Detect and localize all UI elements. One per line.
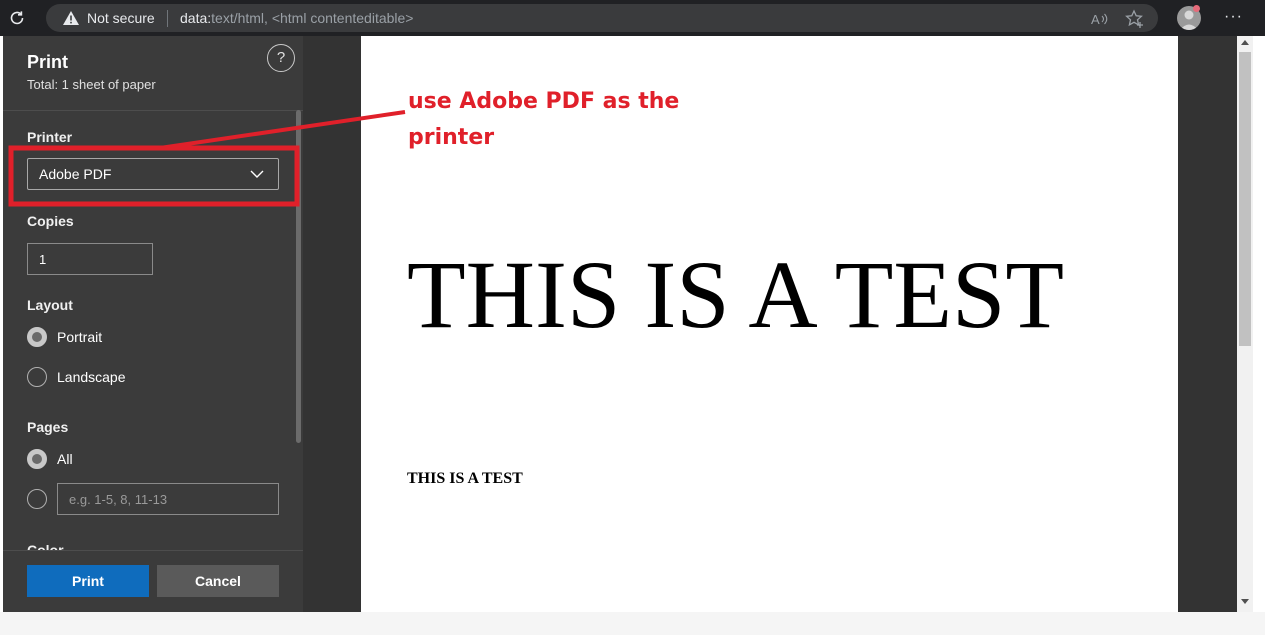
printer-select[interactable]: Adobe PDF bbox=[27, 158, 279, 190]
copies-input[interactable]: 1 bbox=[27, 243, 153, 275]
pages-label: Pages bbox=[27, 419, 69, 435]
notification-dot bbox=[1193, 5, 1200, 12]
url-scheme: data: bbox=[180, 10, 212, 26]
landscape-label[interactable]: Landscape bbox=[57, 369, 126, 385]
page-range-input[interactable]: e.g. 1-5, 8, 11-13 bbox=[57, 483, 279, 515]
preview-scroll-thumb[interactable] bbox=[1239, 52, 1251, 346]
bottom-edge bbox=[0, 612, 1265, 635]
read-aloud-icon[interactable]: A bbox=[1090, 10, 1110, 28]
chevron-down-icon bbox=[250, 167, 264, 181]
browser-toolbar: Not secure data:text/html, <html content… bbox=[0, 0, 1265, 36]
reload-icon[interactable] bbox=[8, 9, 26, 27]
more-icon[interactable]: ··· bbox=[1224, 8, 1244, 28]
layout-label: Layout bbox=[27, 297, 73, 313]
landscape-radio[interactable] bbox=[27, 367, 47, 387]
cancel-button[interactable]: Cancel bbox=[157, 565, 279, 597]
copies-label: Copies bbox=[27, 213, 74, 229]
security-status[interactable]: Not secure bbox=[87, 10, 155, 26]
right-gutter bbox=[1253, 36, 1265, 612]
portrait-radio[interactable] bbox=[27, 327, 47, 347]
url-divider bbox=[167, 10, 168, 27]
favorites-icon[interactable] bbox=[1125, 9, 1145, 29]
help-icon[interactable]: ? bbox=[267, 44, 295, 72]
header-divider bbox=[3, 110, 303, 111]
warning-icon[interactable] bbox=[62, 10, 80, 26]
dialog-footer: Print Cancel bbox=[3, 550, 303, 612]
scroll-up-icon[interactable] bbox=[1241, 40, 1249, 45]
url-rest: text/html, <html contenteditable> bbox=[211, 10, 414, 26]
annotation-text: use Adobe PDF as the printer bbox=[408, 89, 680, 150]
color-label: Color bbox=[27, 542, 64, 550]
printer-label: Printer bbox=[27, 129, 73, 145]
svg-text:A: A bbox=[1091, 12, 1100, 27]
sheet-count: Total: 1 sheet of paper bbox=[27, 77, 156, 92]
scroll-down-icon[interactable] bbox=[1241, 599, 1249, 604]
preview-small-text: THIS IS A TEST bbox=[407, 470, 523, 487]
printer-value: Adobe PDF bbox=[39, 166, 112, 182]
copies-value: 1 bbox=[39, 252, 47, 267]
print-settings-panel: Print Total: 1 sheet of paper ? Printer … bbox=[3, 36, 303, 612]
pages-all-label[interactable]: All bbox=[57, 451, 73, 467]
dialog-title: Print bbox=[27, 52, 69, 72]
address-bar[interactable]: Not secure data:text/html, <html content… bbox=[46, 4, 1158, 32]
print-button[interactable]: Print bbox=[27, 565, 149, 597]
url-text[interactable]: data:text/html, <html contenteditable> bbox=[180, 10, 413, 26]
page-range-placeholder: e.g. 1-5, 8, 11-13 bbox=[69, 492, 168, 507]
pages-all-radio[interactable] bbox=[27, 449, 47, 469]
panel-scrollbar[interactable] bbox=[296, 110, 301, 443]
pages-custom-radio[interactable] bbox=[27, 489, 47, 509]
preview-heading: THIS IS A TEST bbox=[407, 241, 1064, 348]
preview-scrollbar[interactable] bbox=[1237, 36, 1253, 612]
portrait-label[interactable]: Portrait bbox=[57, 329, 102, 345]
